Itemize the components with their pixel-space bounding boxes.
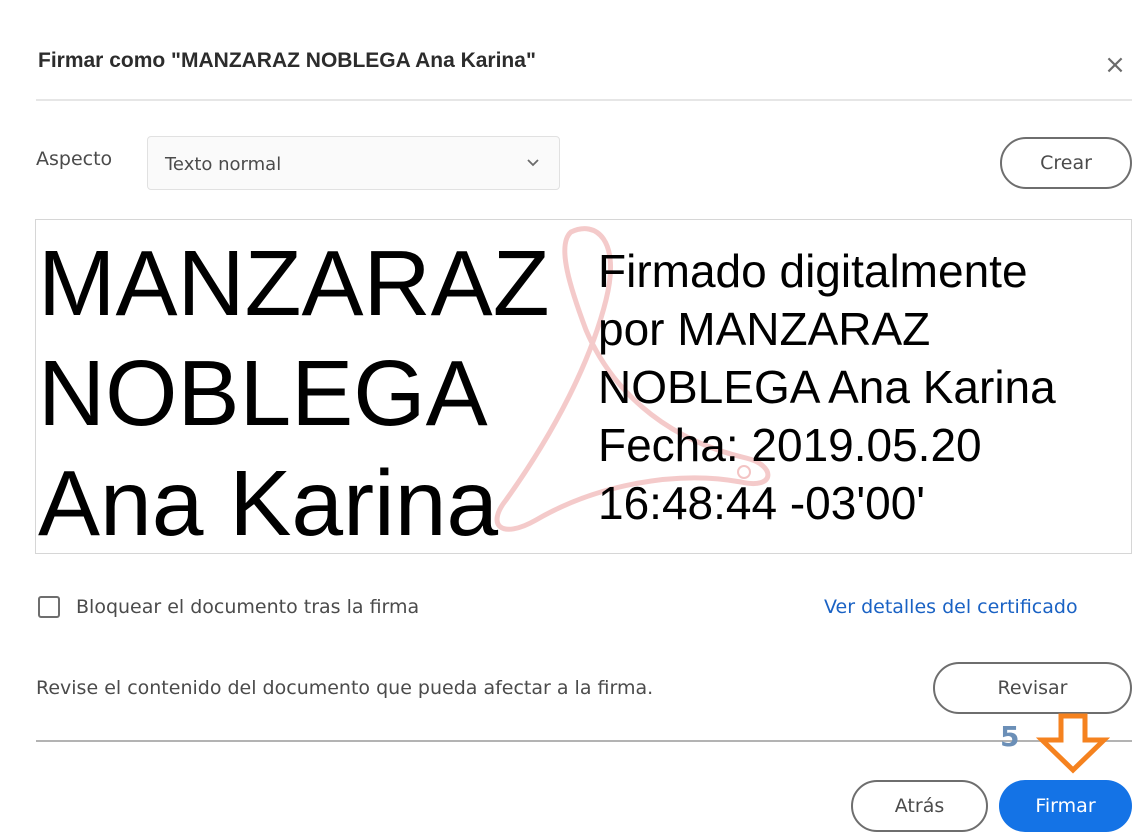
appearance-dropdown[interactable]: Texto normal: [147, 136, 560, 190]
close-icon[interactable]: ×: [1100, 50, 1130, 80]
signature-preview: MANZARAZ NOBLEGA Ana Karina Firmado digi…: [35, 219, 1132, 554]
create-button[interactable]: Crear: [1000, 137, 1132, 189]
footer-divider: [36, 740, 1132, 742]
dialog-title: Firmar como "MANZARAZ NOBLEGA Ana Karina…: [38, 49, 536, 72]
down-arrow-icon: [1036, 713, 1110, 774]
signature-details-block: Firmado digitalmente por MANZARAZ NOBLEG…: [598, 242, 1056, 532]
signature-name-block: MANZARAZ NOBLEGA Ana Karina: [38, 228, 550, 554]
lock-document-label: Bloquear el documento tras la firma: [76, 596, 420, 618]
chevron-down-icon: [527, 159, 539, 167]
signature-detail-line: Firmado digitalmente: [598, 245, 1028, 297]
sign-dialog: Firmar como "MANZARAZ NOBLEGA Ana Karina…: [0, 0, 1132, 832]
appearance-label: Aspecto: [36, 148, 113, 170]
step-number-annotation: 5: [1000, 720, 1020, 753]
header-divider: [36, 99, 1132, 101]
sign-button[interactable]: Firmar: [999, 780, 1132, 832]
signature-detail-line: por MANZARAZ: [598, 303, 931, 355]
signature-name-line: Ana Karina: [38, 451, 499, 554]
view-certificate-link[interactable]: Ver detalles del certificado: [824, 596, 1078, 618]
signature-detail-line: Fecha: 2019.05.20: [598, 419, 982, 471]
lock-document-checkbox[interactable]: [38, 596, 60, 618]
signature-name-line: MANZARAZ: [38, 231, 550, 335]
signature-detail-line: 16:48:44 -03'00': [598, 477, 926, 529]
signature-detail-line: NOBLEGA Ana Karina: [598, 361, 1056, 413]
appearance-selected-value: Texto normal: [165, 154, 282, 175]
signature-name-line: NOBLEGA: [38, 341, 488, 445]
review-notice: Revise el contenido del documento que pu…: [36, 677, 654, 699]
review-button[interactable]: Revisar: [933, 662, 1132, 714]
back-button[interactable]: Atrás: [851, 780, 988, 832]
